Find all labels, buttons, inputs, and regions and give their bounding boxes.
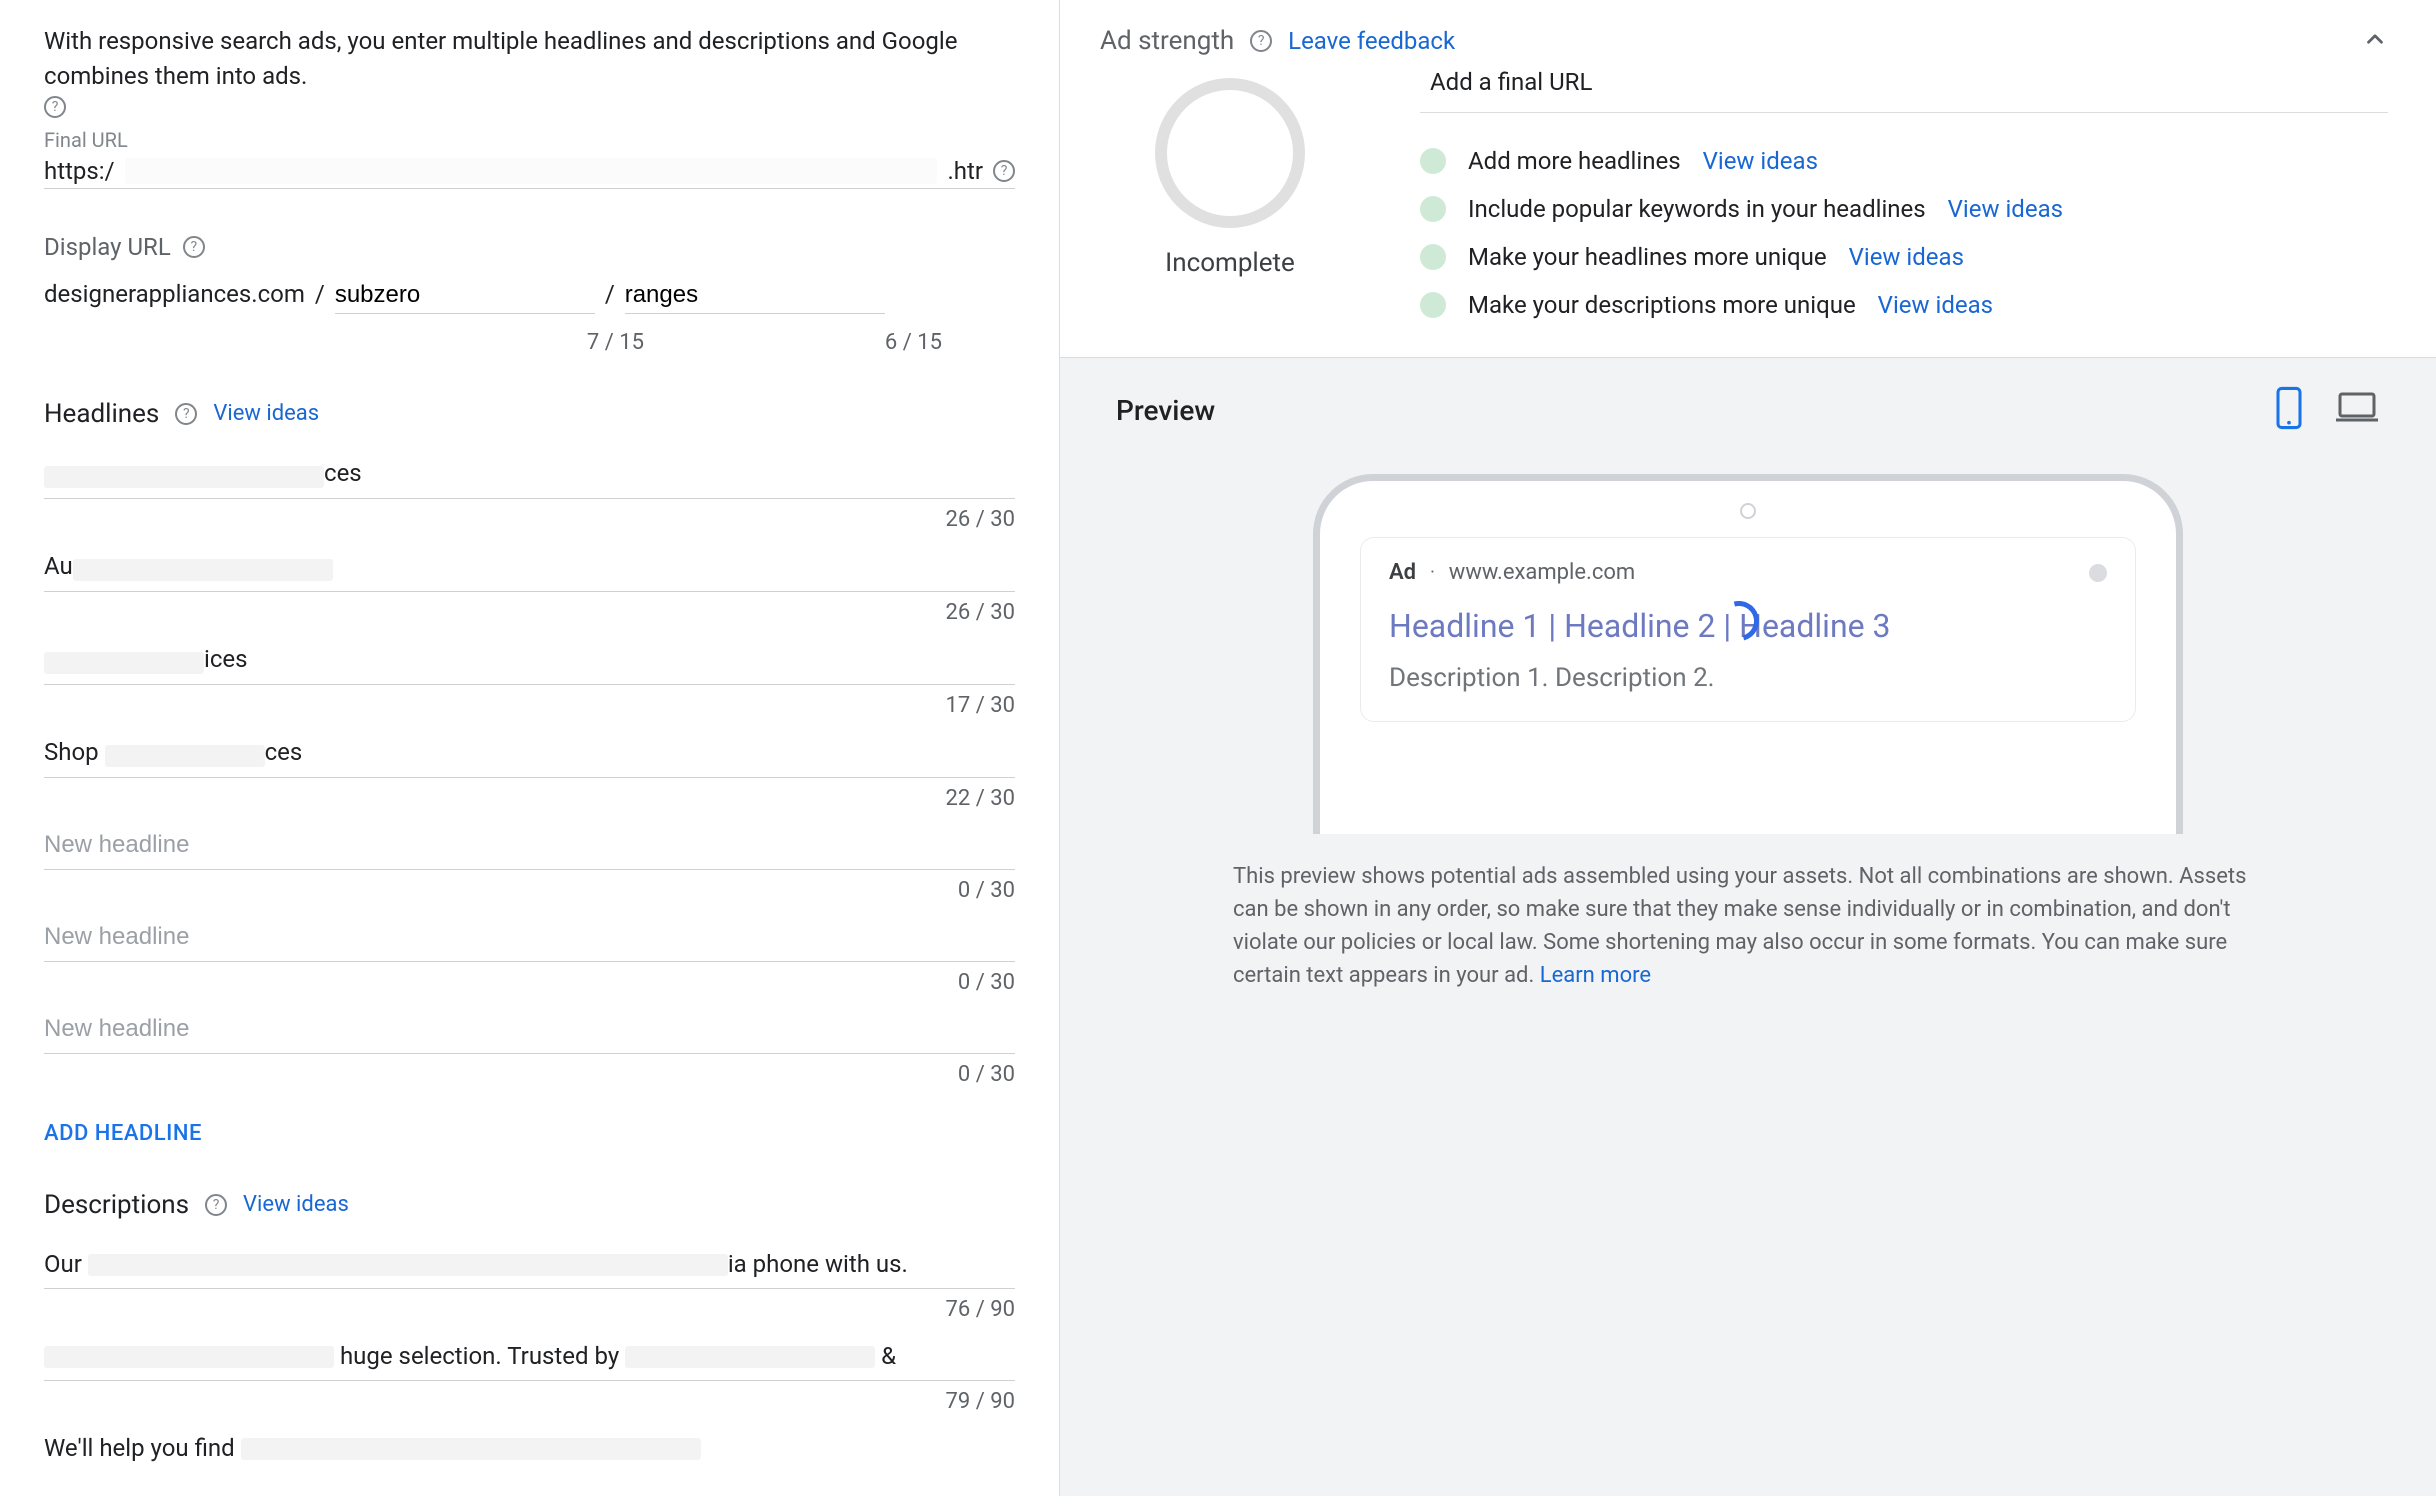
status-dot-icon [1420,148,1446,174]
suggestion-3-link[interactable]: View ideas [1849,243,1964,271]
mobile-preview-icon[interactable] [2272,386,2306,434]
headlines-view-ideas[interactable]: View ideas [213,401,319,426]
ad-info-icon [2089,564,2107,582]
headline-2-prefix[interactable]: Au [44,552,73,580]
ad-strength-label: Ad strength [1100,26,1234,56]
preview-note: This preview shows potential ads assembl… [1233,860,2263,992]
headline-5[interactable] [44,821,1015,870]
suggestion-4-link[interactable]: View ideas [1878,291,1993,319]
suggestion-1: Add more headlines [1468,147,1681,175]
descriptions-help-icon[interactable]: ? [205,1194,227,1216]
status-dot-icon [1420,196,1446,222]
description-1-prefix[interactable]: Our [44,1250,88,1278]
desktop-preview-icon[interactable] [2334,390,2380,430]
intro-text: With responsive search ads, you enter mu… [44,24,1015,94]
suggestion-row: Make your headlines more unique View ide… [1420,233,2388,281]
display-url-label: Display URL [44,233,171,261]
headline-1[interactable]: ces [324,459,362,487]
add-final-url-prompt: Add a final URL [1420,68,2388,113]
display-url-help-icon[interactable]: ? [183,236,205,258]
path2-input[interactable] [625,277,885,314]
final-url-label: Final URL [44,128,1015,152]
headline-4-count: 22 / 30 [44,786,1015,811]
suggestion-3: Make your headlines more unique [1468,243,1827,271]
headline-6-count: 0 / 30 [44,970,1015,995]
final-url-prefix: https:/ [44,157,115,185]
leave-feedback-link[interactable]: Leave feedback [1288,27,1455,55]
suggestion-row: Make your descriptions more unique View … [1420,281,2388,329]
headlines-label: Headlines [44,399,159,429]
phone-camera-icon [1740,503,1756,519]
path2-count: 6 / 15 [682,330,942,355]
headline-7-count: 0 / 30 [44,1062,1015,1087]
preview-title: Preview [1116,394,1215,427]
add-headline-button[interactable]: ADD HEADLINE [44,1121,1015,1146]
ad-strength-help-icon[interactable]: ? [1250,30,1272,52]
headline-2-count: 26 / 30 [44,600,1015,625]
suggestion-4: Make your descriptions more unique [1468,291,1856,319]
suggestion-row: Add more headlines View ideas [1420,137,2388,185]
ad-description: Description 1. Description 2. [1389,663,2107,693]
status-dot-icon [1420,292,1446,318]
suggestion-1-link[interactable]: View ideas [1703,147,1818,175]
suggestion-row: Include popular keywords in your headlin… [1420,185,2388,233]
path1-input[interactable] [335,277,595,314]
headline-3-count: 17 / 30 [44,693,1015,718]
collapse-icon[interactable] [2362,26,2388,56]
description-2-suffix[interactable]: & [875,1342,896,1370]
ad-card: Ad · www.example.com Headline 1 | Headli… [1360,537,2136,722]
strength-label: Incomplete [1100,248,1360,278]
headline-3[interactable]: ices [204,645,248,673]
headline-4-prefix[interactable]: Shop [44,738,105,766]
intro-help-icon[interactable]: ? [44,96,66,118]
learn-more-link[interactable]: Learn more [1540,963,1651,988]
description-1-count: 76 / 90 [44,1297,1015,1322]
status-dot-icon [1420,244,1446,270]
strength-ring [1155,78,1305,228]
headlines-help-icon[interactable]: ? [175,403,197,425]
suggestion-2: Include popular keywords in your headlin… [1468,195,1926,223]
headline-1-count: 26 / 30 [44,507,1015,532]
phone-preview: Ad · www.example.com Headline 1 | Headli… [1313,474,2183,834]
headline-6[interactable] [44,913,1015,962]
descriptions-label: Descriptions [44,1190,189,1220]
ad-domain: www.example.com [1449,560,1635,585]
headline-4-suffix[interactable]: ces [265,738,303,766]
ad-badge: Ad [1389,560,1416,585]
description-3-prefix[interactable]: We'll help you find [44,1434,235,1462]
description-2-mid[interactable]: huge selection. Trusted by [334,1342,625,1370]
suggestion-2-link[interactable]: View ideas [1948,195,2063,223]
final-url-suffix: .htr [947,157,983,185]
headline-5-count: 0 / 30 [44,878,1015,903]
description-2-count: 79 / 90 [44,1389,1015,1414]
descriptions-view-ideas[interactable]: View ideas [243,1192,349,1217]
description-1-suffix[interactable]: ia phone with us. [728,1250,908,1278]
display-domain: designerappliances.com [44,280,305,308]
headline-7[interactable] [44,1005,1015,1054]
final-url-help-icon[interactable]: ? [993,160,1015,182]
path1-count: 7 / 15 [384,330,644,355]
